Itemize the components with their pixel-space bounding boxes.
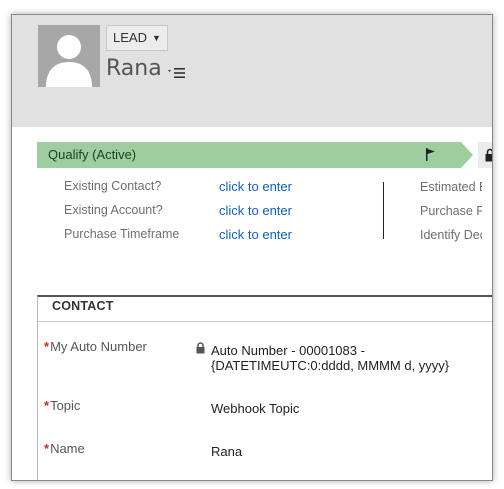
record-type-dropdown[interactable]: LEAD ▼ [106, 25, 168, 51]
lock-icon [196, 342, 205, 354]
topic-label-text: Topic [50, 398, 81, 413]
topic-label: *Topic [44, 398, 80, 413]
existing-account-field[interactable]: click to enter [219, 203, 292, 218]
stage-arrow [461, 142, 473, 168]
record-header: LEAD ▼ Rana [12, 15, 492, 127]
purchase-timeframe-label: Purchase Timeframe [64, 227, 180, 241]
record-name: Rana [106, 56, 162, 81]
lock-icon [485, 148, 492, 162]
process-divider [383, 182, 384, 239]
existing-contact-label: Existing Contact? [64, 179, 162, 193]
auto-number-value: Auto Number - 00001083 - {DATETIMEUTC:0:… [211, 343, 449, 373]
topic-field[interactable]: Webhook Topic [211, 401, 299, 416]
auto-number-label: *My Auto Number [44, 339, 147, 354]
avatar[interactable] [38, 25, 100, 87]
section-title: CONTACT [52, 299, 114, 313]
identify-decision-maker-label: Identify Deci [420, 228, 482, 242]
stage-next[interactable] [478, 142, 492, 168]
auto-number-value-line1: Auto Number - 00001083 - [211, 343, 365, 358]
stage-label: Qualify (Active) [48, 147, 137, 162]
required-mark: * [44, 441, 50, 456]
purchase-timeframe-field[interactable]: click to enter [219, 227, 292, 242]
name-label: *Name [44, 441, 85, 456]
section-divider [38, 321, 492, 322]
contact-section: CONTACT *My Auto Number Auto Number - 00… [37, 295, 492, 480]
auto-number-value-line2: {DATETIMEUTC:0:dddd, MMMM d, yyyy} [211, 358, 450, 373]
purchase-process-label: Purchase Pro [420, 204, 482, 218]
record-window: LEAD ▼ Rana Qualify (Active) Existing Co… [11, 14, 493, 481]
estimated-budget-label: Estimated Bu [420, 180, 482, 194]
flag-icon [426, 148, 435, 161]
required-mark: * [44, 398, 50, 413]
form-content: Qualify (Active) Existing Contact? click… [21, 127, 492, 480]
list-menu-icon[interactable] [166, 66, 186, 80]
record-type-label: LEAD [113, 30, 147, 45]
name-label-text: Name [50, 441, 85, 456]
existing-contact-field[interactable]: click to enter [219, 179, 292, 194]
caret-down-icon: ▼ [151, 33, 161, 43]
process-stage-bar: Qualify (Active) [37, 142, 492, 168]
avatar-placeholder-icon [46, 35, 92, 87]
required-mark: * [44, 339, 50, 354]
name-field[interactable]: Rana [211, 444, 242, 459]
auto-number-label-text: My Auto Number [50, 339, 147, 354]
stage-qualify[interactable]: Qualify (Active) [37, 142, 461, 168]
existing-account-label: Existing Account? [64, 203, 163, 217]
